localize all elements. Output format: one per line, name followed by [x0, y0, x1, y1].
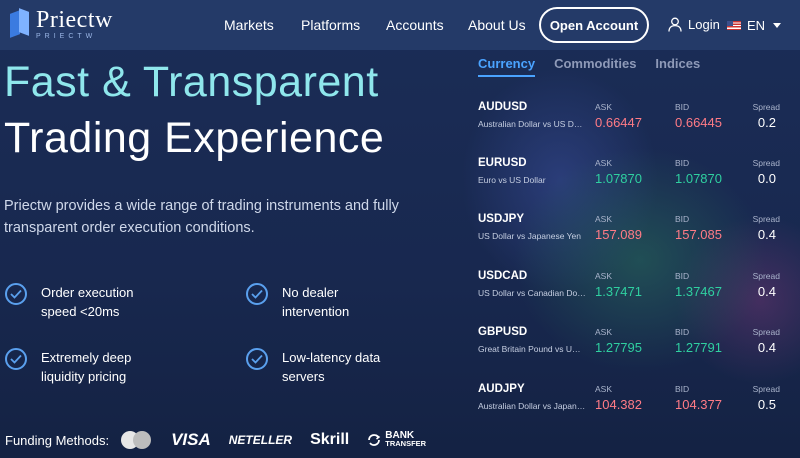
quote-row[interactable]: EURUSD Euro vs US Dollar ASK 1.07870 BID 1.07…	[478, 157, 788, 197]
bid-label: BID	[675, 384, 690, 394]
feature-text: Extremely deep liquidity pricing	[41, 350, 132, 384]
ask-label: ASK	[595, 384, 613, 394]
bid-label: BID	[675, 327, 690, 337]
language-label: EN	[747, 18, 766, 33]
ask-label: ASK	[595, 327, 613, 337]
brand-logo[interactable]: Priectw PRIECTW	[10, 8, 113, 40]
user-icon	[668, 17, 682, 32]
skrill-logo: Skrill	[310, 431, 350, 448]
quote-row[interactable]: USDCAD US Dollar vs Canadian Dollar ASK 1.3…	[478, 270, 788, 310]
ask-value: 104.382	[595, 397, 642, 412]
top-navbar: Priectw PRIECTW Markets Platforms Accoun…	[0, 0, 800, 50]
spread-label: Spread	[752, 327, 780, 337]
spread-label: Spread	[752, 102, 780, 112]
bid-label: BID	[675, 158, 690, 168]
feature-item: No dealer intervention	[246, 283, 392, 321]
spread-value: 0.0	[757, 171, 776, 186]
hero-title-line1: Fast & Transparent	[4, 58, 379, 106]
spread-label: Spread	[752, 384, 780, 394]
feature-text: Low-latency data servers	[282, 350, 381, 384]
spread-label: Spread	[752, 158, 780, 168]
quote-name: Australian Dollar vs US Dollar	[478, 119, 586, 129]
check-icon	[5, 348, 27, 370]
quote-row[interactable]: AUDUSD Australian Dollar vs US Dollar ASK 0…	[478, 101, 788, 141]
spread-label: Spread	[752, 271, 780, 281]
bank-transfer-logo: BANK TRANSFER	[367, 431, 427, 448]
quote-name: Great Britain Pound vs US Dollar	[478, 344, 586, 354]
ask-value: 157.089	[595, 227, 642, 242]
ask-label: ASK	[595, 158, 613, 168]
ask-value: 1.07870	[595, 171, 642, 186]
bid-value: 1.27791	[675, 340, 722, 355]
quote-symbol: AUDUSD	[478, 101, 528, 113]
spread-value: 0.4	[757, 284, 776, 299]
quote-row[interactable]: GBPUSD Great Britain Pound vs US Dollar AS…	[478, 326, 788, 366]
spread-label: Spread	[752, 214, 780, 224]
spread-value: 0.5	[757, 397, 776, 412]
language-selector[interactable]: EN	[727, 18, 782, 33]
transfer-label: TRANSFER	[385, 439, 427, 448]
spread-value: 0.2	[757, 115, 776, 130]
bid-value: 1.37467	[675, 284, 722, 299]
nav-about-us[interactable]: About Us	[468, 17, 526, 33]
check-icon	[246, 283, 268, 305]
logo-mark-icon	[10, 8, 30, 38]
login-label: Login	[688, 17, 720, 32]
ask-value: 1.27795	[595, 340, 642, 355]
bid-value: 104.377	[675, 397, 722, 412]
quote-name: Euro vs US Dollar	[478, 175, 546, 185]
nav-markets[interactable]: Markets	[224, 17, 274, 33]
quote-name: Australian Dollar vs Japanese Yen	[478, 401, 586, 411]
feature-item: Extremely deep liquidity pricing	[5, 348, 151, 386]
quote-tabs: Currency Commodities Indices	[478, 56, 719, 77]
check-icon	[5, 283, 27, 305]
quote-row[interactable]: USDJPY US Dollar vs Japanese Yen ASK 157.08…	[478, 213, 788, 253]
bid-label: BID	[675, 102, 690, 112]
feature-item: Order execution speed <20ms	[5, 283, 151, 321]
nav-platforms[interactable]: Platforms	[301, 17, 360, 33]
bid-value: 0.66445	[675, 115, 722, 130]
bid-value: 157.085	[675, 227, 722, 242]
bid-label: BID	[675, 214, 690, 224]
ask-label: ASK	[595, 271, 613, 281]
hero-title-line2: Trading Experience	[4, 114, 385, 162]
neteller-logo: NETELLER	[228, 433, 293, 447]
quote-name: US Dollar vs Canadian Dollar	[478, 288, 586, 298]
bid-label: BID	[675, 271, 690, 281]
spread-value: 0.4	[757, 227, 776, 242]
visa-logo: VISA	[171, 430, 211, 449]
quote-row[interactable]: AUDJPY Australian Dollar vs Japanese Yen A…	[478, 383, 788, 423]
ask-label: ASK	[595, 214, 613, 224]
brand-subname: PRIECTW	[36, 33, 97, 40]
ask-value: 1.37471	[595, 284, 642, 299]
quote-symbol: GBPUSD	[478, 326, 528, 338]
ask-value: 0.66447	[595, 115, 642, 130]
quote-symbol: AUDJPY	[478, 383, 525, 395]
open-account-button[interactable]: Open Account	[539, 7, 649, 43]
nav-accounts[interactable]: Accounts	[386, 17, 444, 33]
mastercard-icon	[121, 431, 152, 449]
quote-symbol: EURUSD	[478, 157, 527, 169]
chevron-down-icon	[773, 23, 782, 28]
feature-text: No dealer intervention	[282, 285, 350, 319]
brand-name: Priectw	[36, 7, 113, 33]
tab-commodities[interactable]: Commodities	[554, 56, 636, 77]
feature-text: Order execution speed <20ms	[41, 285, 134, 319]
tab-indices[interactable]: Indices	[655, 56, 700, 77]
ask-label: ASK	[595, 102, 613, 112]
quote-symbol: USDCAD	[478, 270, 528, 282]
quote-symbol: USDJPY	[478, 213, 525, 225]
spread-value: 0.4	[757, 340, 776, 355]
us-flag-icon	[727, 21, 741, 30]
hero-description: Priectw provides a wide range of trading…	[4, 198, 399, 236]
funding-label: Funding Methods:	[5, 432, 110, 448]
funding-methods: Funding Methods: VISA NETELLER Skrill BA…	[5, 430, 426, 450]
tab-currency[interactable]: Currency	[478, 56, 536, 77]
login-link[interactable]: Login	[668, 17, 720, 32]
bank-transfer-icon	[368, 434, 381, 446]
feature-item: Low-latency data servers	[246, 348, 392, 386]
check-icon	[246, 348, 268, 370]
bid-value: 1.07870	[675, 171, 722, 186]
quote-name: US Dollar vs Japanese Yen	[478, 231, 582, 241]
